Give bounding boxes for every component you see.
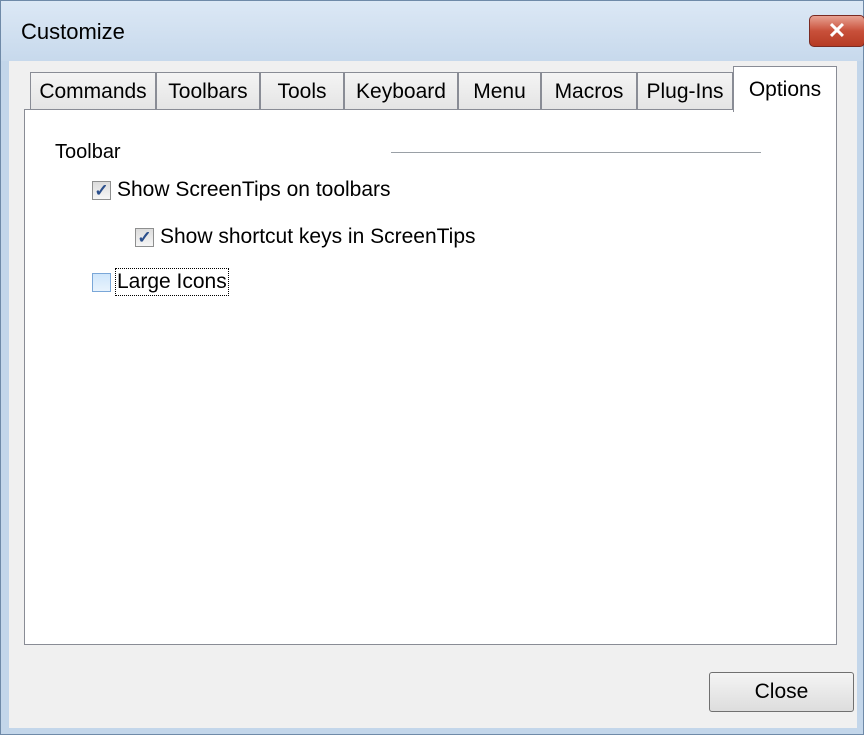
show-screentips-option[interactable]: ✓ Show ScreenTips on toolbars xyxy=(92,178,391,202)
group-divider xyxy=(391,152,761,153)
large-icons-option[interactable]: Large Icons xyxy=(92,268,229,296)
tab-tools[interactable]: Tools xyxy=(260,72,344,110)
tab-menu[interactable]: Menu xyxy=(458,72,541,110)
show-screentips-label: Show ScreenTips on toolbars xyxy=(117,178,391,201)
title-bar: Customize ✕ xyxy=(1,1,864,61)
tab-toolbars[interactable]: Toolbars xyxy=(156,72,260,110)
show-shortcut-keys-checkbox[interactable]: ✓ xyxy=(135,227,154,247)
tab-label: Toolbars xyxy=(168,79,248,103)
large-icons-label: Large Icons xyxy=(115,268,229,296)
show-screentips-checkbox[interactable]: ✓ xyxy=(92,180,111,200)
show-shortcut-keys-label: Show shortcut keys in ScreenTips xyxy=(160,225,476,248)
tab-label: Tools xyxy=(277,79,327,103)
tab-label: Menu xyxy=(473,79,526,103)
tab-label: Options xyxy=(748,77,822,101)
tab-label: Plug-Ins xyxy=(646,79,724,103)
toolbar-group-label: Toolbar xyxy=(55,141,121,163)
tab-commands[interactable]: Commands xyxy=(30,72,156,110)
tab-plug-ins[interactable]: Plug-Ins xyxy=(637,72,733,110)
close-icon: ✕ xyxy=(827,18,847,43)
checkmark-icon: ✓ xyxy=(137,227,152,247)
tab-macros[interactable]: Macros xyxy=(541,72,637,110)
large-icons-checkbox[interactable] xyxy=(92,272,111,292)
checkmark-icon: ✓ xyxy=(94,180,109,200)
window-title: Customize xyxy=(21,19,125,44)
show-shortcut-keys-option[interactable]: ✓ Show shortcut keys in ScreenTips xyxy=(135,225,476,249)
tab-options[interactable]: Options xyxy=(733,66,837,112)
tab-label: Commands xyxy=(39,79,147,103)
tab-label: Keyboard xyxy=(356,79,446,103)
tab-keyboard[interactable]: Keyboard xyxy=(344,72,458,110)
close-button[interactable]: Close xyxy=(709,672,854,712)
window-close-button[interactable]: ✕ xyxy=(809,15,864,47)
tab-label: Macros xyxy=(554,79,624,103)
